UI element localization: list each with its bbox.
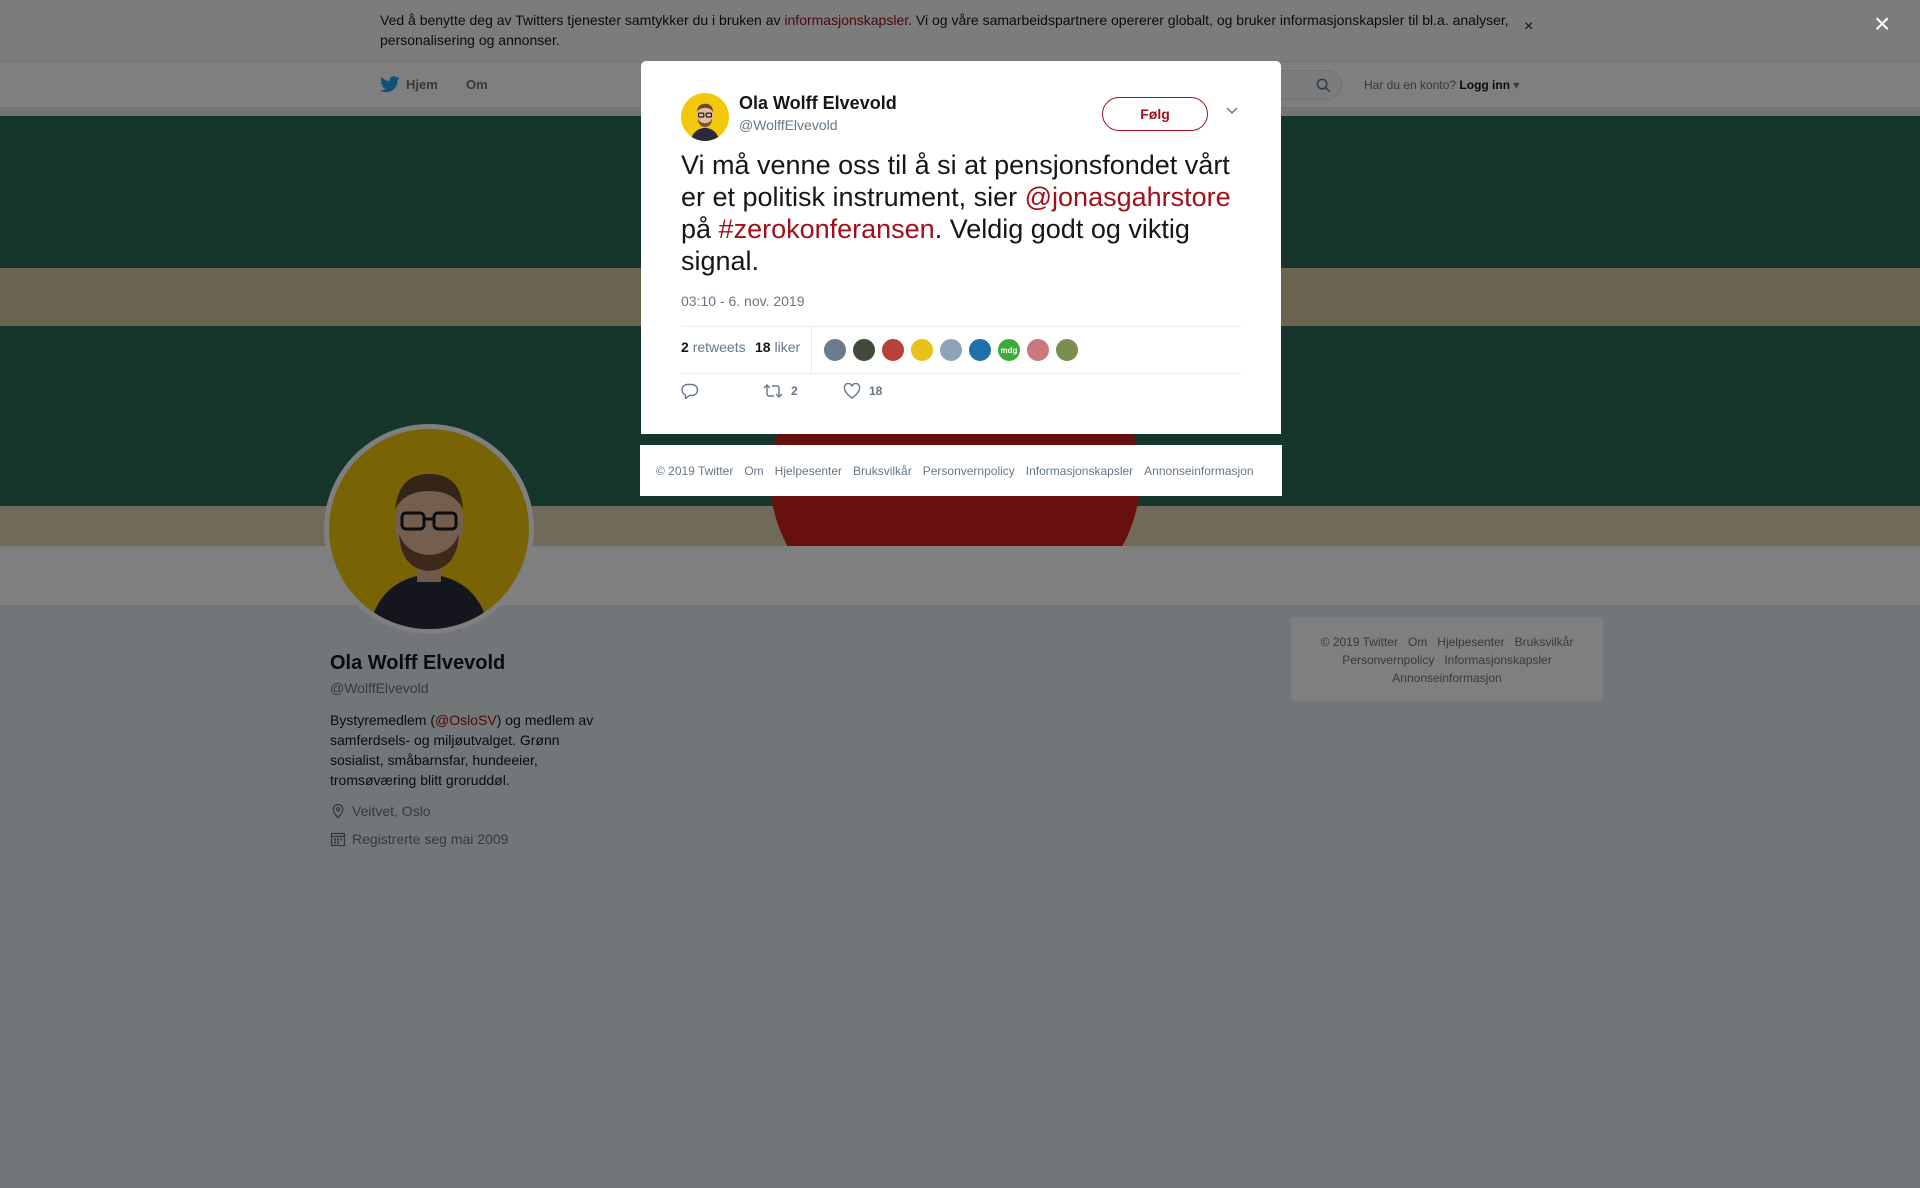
tweet-author-handle[interactable]: @WolffElvevold — [739, 117, 838, 133]
tweet-hashtag-link[interactable]: #zerokonferansen — [719, 214, 935, 244]
likes-count: 18 — [755, 339, 771, 355]
modal-footer-link-ads-info[interactable]: Annonseinformasjon — [1144, 464, 1253, 478]
liker-avatar[interactable] — [910, 338, 934, 362]
likes-label: liker — [774, 339, 801, 355]
like-count: 18 — [869, 384, 883, 398]
close-icon[interactable]: × — [1874, 10, 1890, 38]
retweet-count: 2 — [791, 384, 798, 398]
reply-button[interactable] — [681, 383, 707, 399]
liker-avatar[interactable] — [939, 338, 963, 362]
retweets-count: 2 — [681, 339, 689, 355]
likes-stat[interactable]: 18 liker — [755, 339, 800, 355]
tweet-author-avatar[interactable] — [681, 93, 729, 141]
stats-divider — [811, 327, 812, 373]
modal-footer: © 2019 Twitter Om Hjelpesenter Bruksvilk… — [640, 445, 1282, 496]
liker-avatar[interactable] — [881, 338, 905, 362]
retweet-button[interactable]: 2 — [763, 383, 798, 399]
retweets-label: retweets — [692, 339, 746, 355]
retweets-stat[interactable]: 2 retweets — [681, 339, 746, 355]
liker-avatar-mdg[interactable]: mdg — [997, 338, 1021, 362]
avatar-portrait-icon — [690, 103, 720, 141]
modal-footer-link-help[interactable]: Hjelpesenter — [775, 464, 842, 478]
modal-footer-link-about[interactable]: Om — [744, 464, 763, 478]
tweet-actions: 2 18 — [681, 383, 981, 407]
liker-avatar[interactable] — [852, 338, 876, 362]
tweet-text-part2: på — [681, 214, 719, 244]
liker-avatars: mdg — [823, 338, 1084, 362]
chevron-down-icon[interactable] — [1225, 105, 1239, 115]
modal-footer-copyright: © 2019 Twitter — [656, 463, 734, 478]
tweet-stats: 2 retweets 18 liker mdg — [681, 326, 1241, 374]
tweet-mention-link[interactable]: @jonasgahrstore — [1025, 182, 1231, 212]
follow-button[interactable]: Følg — [1102, 97, 1208, 131]
like-button[interactable]: 18 — [843, 383, 882, 399]
liker-avatar[interactable] — [1055, 338, 1079, 362]
modal-footer-link-terms[interactable]: Bruksvilkår — [853, 464, 912, 478]
liker-avatar[interactable] — [968, 338, 992, 362]
modal-footer-link-cookies[interactable]: Informasjonskapsler — [1026, 464, 1133, 478]
retweet-icon — [763, 384, 783, 398]
reply-icon — [681, 383, 699, 399]
tweet-text: Vi må venne oss til å si at pensjonsfond… — [681, 149, 1241, 277]
tweet-author-name[interactable]: Ola Wolff Elvevold — [739, 93, 897, 114]
heart-icon — [843, 383, 861, 399]
tweet-modal: Ola Wolff Elvevold @WolffElvevold Følg V… — [641, 61, 1281, 434]
modal-footer-link-privacy[interactable]: Personvernpolicy — [923, 464, 1015, 478]
liker-avatar[interactable] — [823, 338, 847, 362]
liker-avatar[interactable] — [1026, 338, 1050, 362]
tweet-timestamp[interactable]: 03:10 - 6. nov. 2019 — [681, 293, 805, 309]
